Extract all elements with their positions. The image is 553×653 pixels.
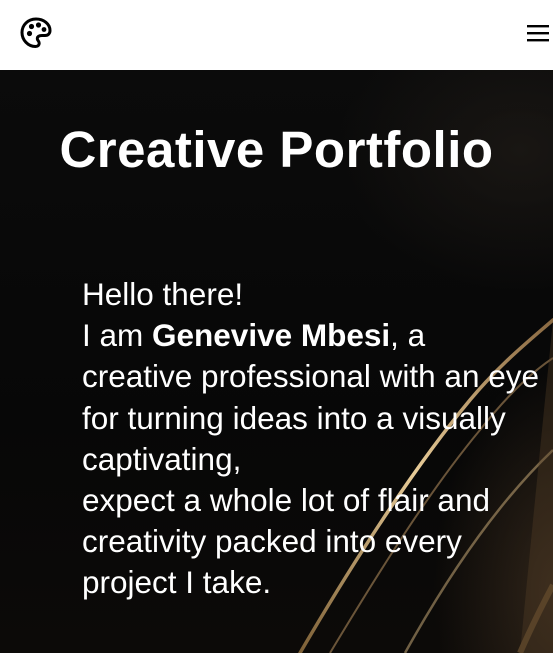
author-name: Genevive Mbesi [152, 317, 391, 354]
page-title: Creative Portfolio [59, 121, 494, 178]
top-navbar [0, 0, 553, 70]
greeting-text: Hello there! [82, 276, 244, 312]
intro-text: Hello there! I am Genevive Mbesi, a creat… [82, 274, 542, 604]
hamburger-menu-icon[interactable] [524, 22, 550, 44]
intro-prefix: I am [82, 317, 153, 354]
hero-section: Creative Portfolio Hello there! I am Gene… [0, 70, 553, 653]
palette-icon[interactable] [19, 16, 53, 50]
closing-text: expect a whole lot of flair and creativi… [82, 482, 490, 601]
